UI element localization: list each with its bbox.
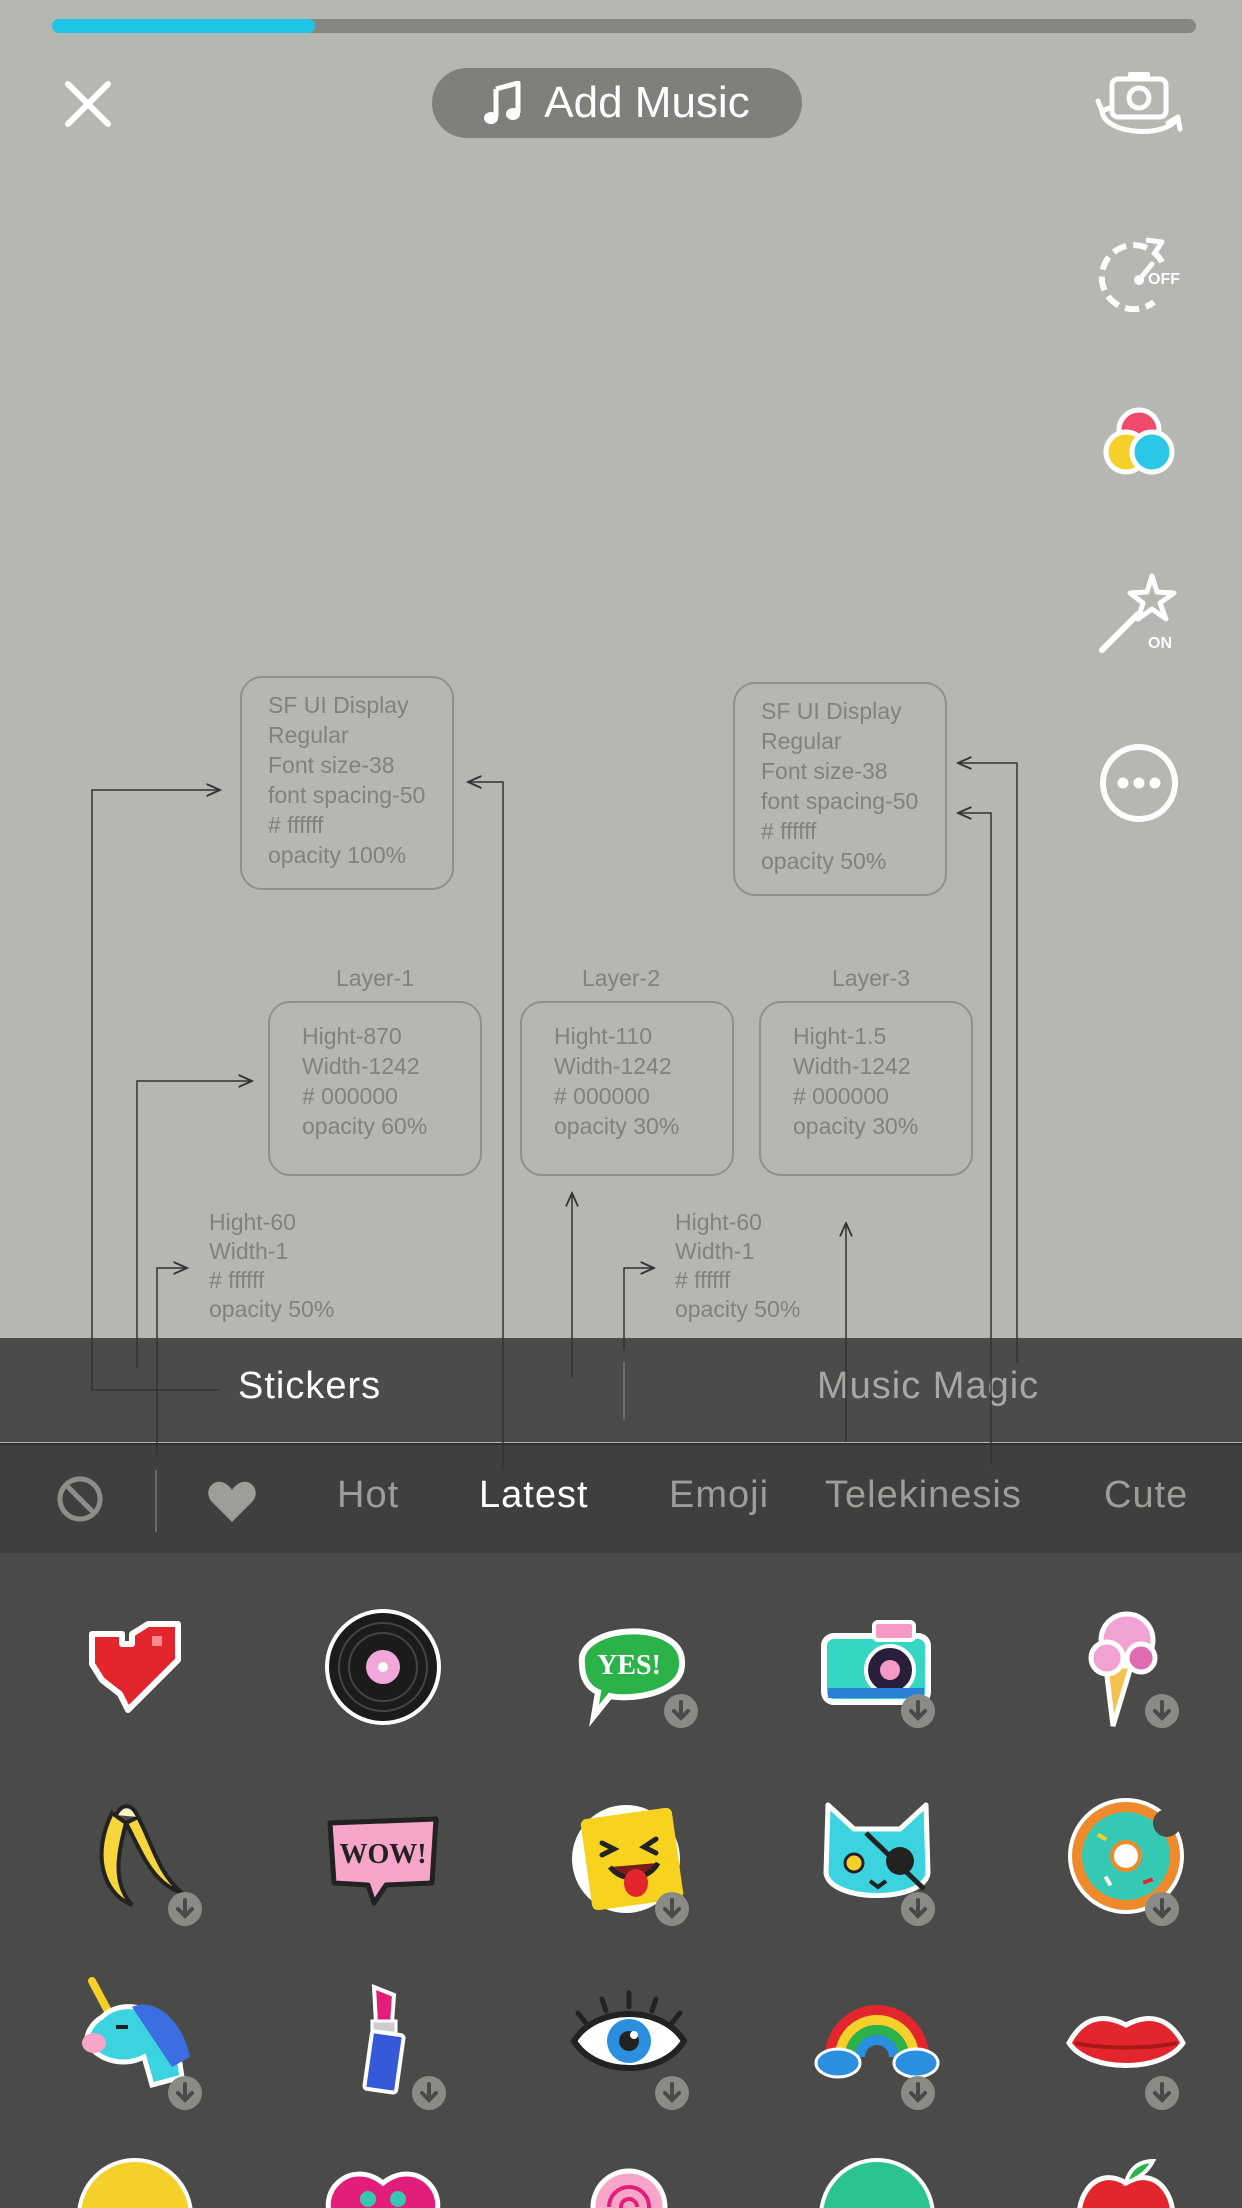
- download-icon[interactable]: [1145, 1892, 1179, 1926]
- download-icon[interactable]: [168, 2076, 202, 2110]
- svg-text:WOW!: WOW!: [339, 1839, 426, 1870]
- apple-icon[interactable]: [1063, 2153, 1189, 2208]
- pink-heart-icon[interactable]: [320, 2153, 446, 2208]
- lollipop-icon[interactable]: [566, 2153, 692, 2208]
- download-icon[interactable]: [168, 1892, 202, 1926]
- alien-icon[interactable]: [814, 2153, 940, 2208]
- download-icon[interactable]: [901, 2076, 935, 2110]
- sticker-grid: YES! WOW!: [0, 1553, 1242, 2208]
- pixel-heart-icon[interactable]: [72, 1604, 198, 1730]
- download-icon[interactable]: [655, 2076, 689, 2110]
- wow-bubble-icon[interactable]: WOW!: [320, 1793, 446, 1919]
- download-icon[interactable]: [1145, 1694, 1179, 1728]
- download-icon[interactable]: [664, 1694, 698, 1728]
- download-icon[interactable]: [1145, 2076, 1179, 2110]
- download-icon[interactable]: [901, 1694, 935, 1728]
- download-icon[interactable]: [412, 2076, 446, 2110]
- download-icon[interactable]: [655, 1892, 689, 1926]
- vinyl-record-icon[interactable]: [320, 1604, 446, 1730]
- smiley-icon[interactable]: [72, 2153, 198, 2208]
- download-icon[interactable]: [901, 1892, 935, 1926]
- svg-text:YES!: YES!: [597, 1650, 661, 1681]
